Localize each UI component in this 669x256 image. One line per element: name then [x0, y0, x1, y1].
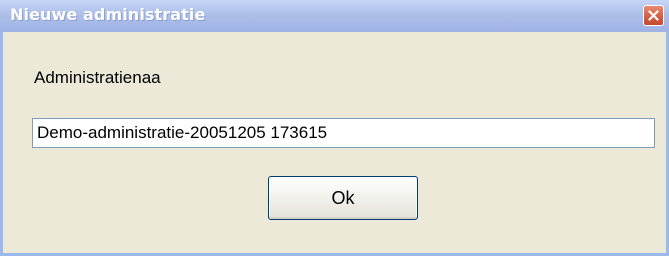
- administration-name-label: Administratienaa: [34, 68, 161, 87]
- window-title: Nieuwe administratie: [10, 5, 206, 24]
- ok-button[interactable]: Ok: [268, 176, 418, 220]
- close-button[interactable]: [643, 5, 664, 26]
- close-icon: [648, 10, 659, 21]
- title-bar[interactable]: Nieuwe administratie: [0, 0, 669, 32]
- dialog-window: Nieuwe administratie Administratienaa Ok: [0, 0, 669, 256]
- administration-name-input[interactable]: [32, 118, 655, 148]
